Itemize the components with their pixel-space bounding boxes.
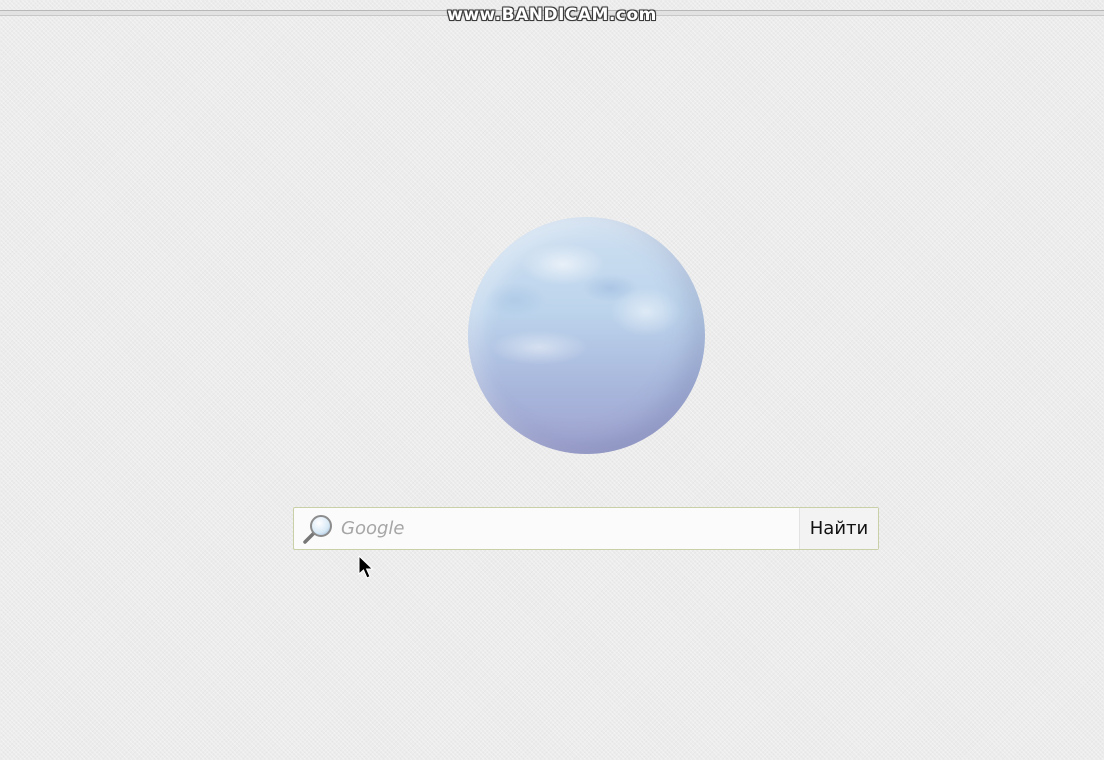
search-button[interactable]: Найти	[799, 508, 878, 549]
mouse-pointer-icon	[358, 555, 374, 579]
magnifier-icon	[303, 515, 332, 544]
recorder-watermark: www.BANDICAM.com	[447, 5, 657, 25]
search-bar[interactable]: Найти	[293, 507, 879, 550]
search-input[interactable]	[341, 515, 791, 542]
globe-logo	[468, 217, 705, 454]
